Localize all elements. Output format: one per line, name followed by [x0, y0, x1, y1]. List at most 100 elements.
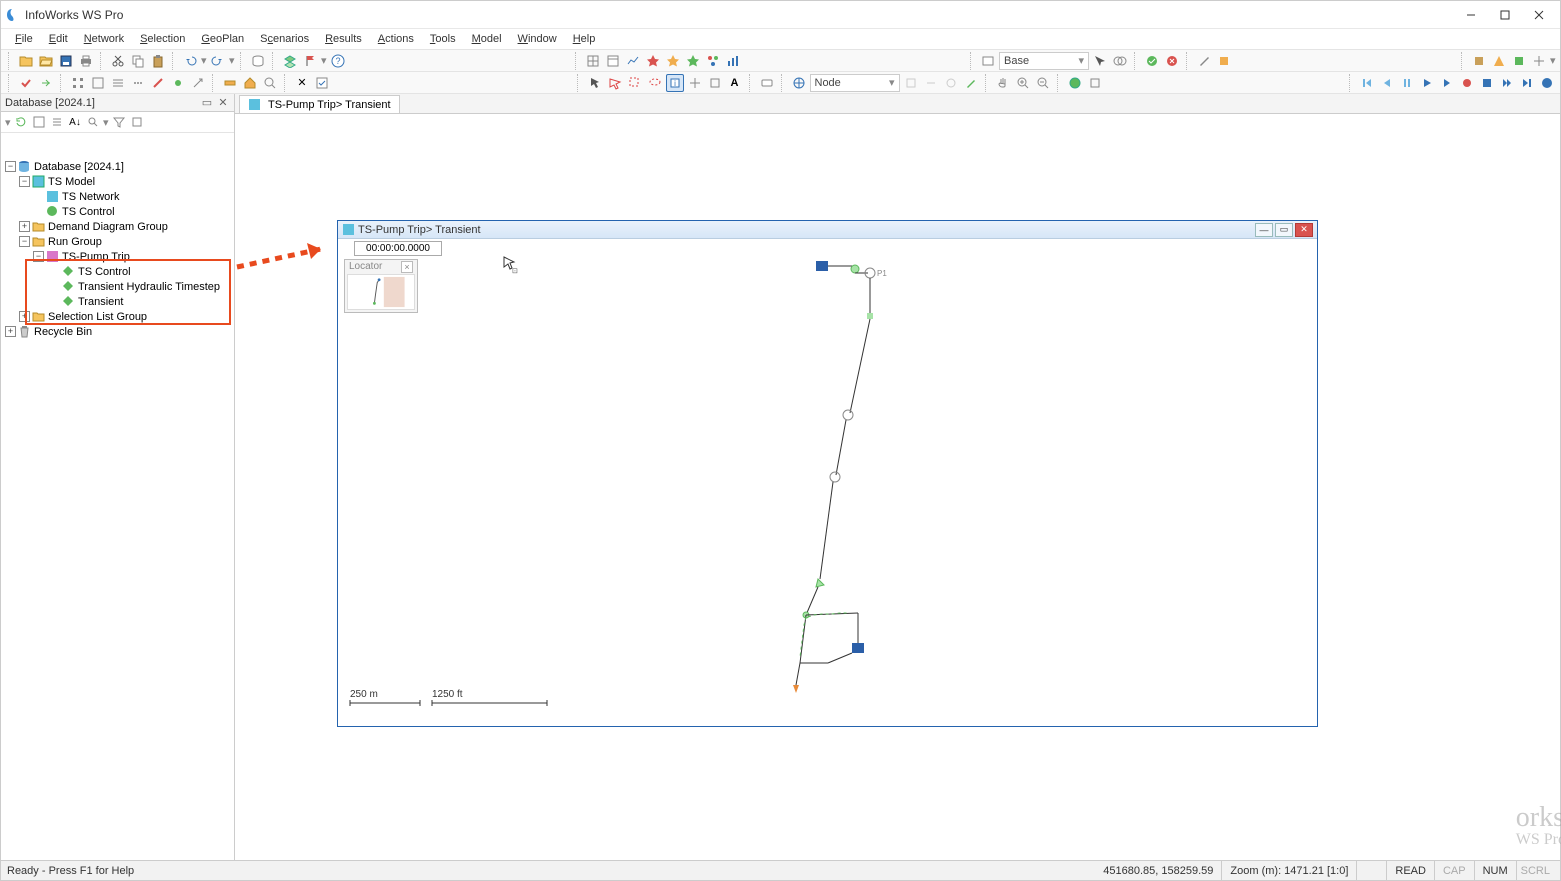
scenario-pick-icon[interactable] — [1091, 52, 1109, 70]
chart2-icon[interactable] — [724, 52, 742, 70]
pointer-icon[interactable] — [586, 74, 604, 92]
x-icon[interactable]: ✕ — [293, 74, 311, 92]
results-window[interactable]: TS-Pump Trip> Transient — ▭ ✕ 00:00:00.0… — [337, 220, 1318, 727]
db-filter-icon[interactable] — [111, 114, 127, 130]
check-icon[interactable] — [313, 74, 331, 92]
scenario-icon[interactable] — [979, 52, 997, 70]
validate-green-icon[interactable] — [1143, 52, 1161, 70]
tb-x1-icon[interactable] — [902, 74, 920, 92]
tree-recycle-bin[interactable]: + Recycle Bin — [1, 324, 234, 339]
zoomin-icon[interactable] — [1014, 74, 1032, 92]
link-red-icon[interactable] — [149, 74, 167, 92]
layers-icon[interactable] — [281, 52, 299, 70]
star-green-icon[interactable] — [684, 52, 702, 70]
play-icon[interactable] — [1418, 74, 1436, 92]
grid-icon[interactable] — [584, 52, 602, 70]
tb-x3-icon[interactable] — [942, 74, 960, 92]
tree-ddg[interactable]: + Demand Diagram Group — [1, 219, 234, 234]
open2-icon[interactable] — [37, 52, 55, 70]
geoplan-canvas[interactable]: orks WS Pro TS-Pump Trip> Transient — ▭ … — [235, 114, 1560, 860]
menu-selection[interactable]: Selection — [132, 31, 193, 47]
menu-window[interactable]: Window — [510, 31, 565, 47]
arrow-icon[interactable] — [189, 74, 207, 92]
results-maximize-button[interactable]: ▭ — [1275, 223, 1293, 237]
db-refresh-icon[interactable] — [13, 114, 29, 130]
globe-icon[interactable] — [790, 74, 808, 92]
move-icon[interactable] — [686, 74, 704, 92]
cut-icon[interactable] — [109, 52, 127, 70]
grid4-icon[interactable] — [89, 74, 107, 92]
menu-scenarios[interactable]: Scenarios — [252, 31, 317, 47]
tree-control[interactable]: TS Control — [1, 204, 234, 219]
menu-model[interactable]: Model — [464, 31, 510, 47]
brush-icon[interactable] — [962, 74, 980, 92]
node-green-icon[interactable] — [169, 74, 187, 92]
last-icon[interactable] — [1518, 74, 1536, 92]
undo-icon[interactable] — [181, 52, 199, 70]
db-expand-icon[interactable] — [129, 114, 145, 130]
ff-icon[interactable] — [1498, 74, 1516, 92]
flag-icon[interactable] — [301, 52, 319, 70]
scenario-compare-icon[interactable] — [1111, 52, 1129, 70]
panel-float-icon[interactable]: ▭ — [200, 96, 214, 110]
tree-run-tht[interactable]: Transient Hydraulic Timestep — [1, 279, 234, 294]
menu-network[interactable]: Network — [76, 31, 132, 47]
results-close-button[interactable]: ✕ — [1295, 223, 1313, 237]
select-poly-icon[interactable] — [606, 74, 624, 92]
grid3-icon[interactable] — [69, 74, 87, 92]
panel-close-icon[interactable]: ✕ — [216, 96, 230, 110]
tree-slg[interactable]: + Selection List Group — [1, 309, 234, 324]
print-icon[interactable] — [77, 52, 95, 70]
loop-icon[interactable] — [1538, 74, 1556, 92]
star-red-icon[interactable] — [644, 52, 662, 70]
db-list-icon[interactable] — [49, 114, 65, 130]
paste-icon[interactable] — [149, 52, 167, 70]
tb-x2-icon[interactable] — [922, 74, 940, 92]
chart-icon[interactable] — [624, 52, 642, 70]
pause-icon[interactable] — [1398, 74, 1416, 92]
grid5-icon[interactable] — [109, 74, 127, 92]
tool-c-icon[interactable] — [1510, 52, 1528, 70]
pan-icon[interactable] — [994, 74, 1012, 92]
revert-icon[interactable] — [37, 74, 55, 92]
record-icon[interactable] — [1458, 74, 1476, 92]
db-find-icon[interactable] — [85, 114, 101, 130]
close-button[interactable] — [1522, 4, 1556, 26]
text-icon[interactable]: A — [726, 74, 744, 92]
save-icon[interactable] — [57, 52, 75, 70]
globe2-icon[interactable] — [1066, 74, 1084, 92]
search-icon[interactable] — [261, 74, 279, 92]
tree-root[interactable]: − Database [2024.1] — [1, 159, 234, 174]
misc-icon[interactable] — [1086, 74, 1104, 92]
document-tab[interactable]: TS-Pump Trip> Transient — [239, 95, 400, 113]
star-yellow-icon[interactable] — [664, 52, 682, 70]
find-target-dropdown[interactable]: Node▾ — [810, 74, 900, 92]
tool-b-icon[interactable] — [1490, 52, 1508, 70]
validate-red-icon[interactable] — [1163, 52, 1181, 70]
menu-actions[interactable]: Actions — [370, 31, 422, 47]
tree-run[interactable]: − TS-Pump Trip — [1, 249, 234, 264]
ruler-icon[interactable] — [221, 74, 239, 92]
menu-tools[interactable]: Tools — [422, 31, 464, 47]
tree-network[interactable]: TS Network — [1, 189, 234, 204]
wizard-icon[interactable] — [1195, 52, 1213, 70]
redo-icon[interactable] — [209, 52, 227, 70]
menu-results[interactable]: Results — [317, 31, 370, 47]
tool-d-icon[interactable] — [1530, 52, 1548, 70]
table-icon[interactable] — [604, 52, 622, 70]
results-minimize-button[interactable]: — — [1255, 223, 1273, 237]
menu-edit[interactable]: Edit — [41, 31, 76, 47]
tool-a-icon[interactable] — [1470, 52, 1488, 70]
results-window-title-bar[interactable]: TS-Pump Trip> Transient — ▭ ✕ — [338, 221, 1317, 239]
home-icon[interactable] — [241, 74, 259, 92]
stop-icon[interactable] — [1478, 74, 1496, 92]
menu-geoplan[interactable]: GeoPlan — [193, 31, 252, 47]
sql-icon[interactable] — [249, 52, 267, 70]
play-next-icon[interactable] — [1438, 74, 1456, 92]
zoomout-icon[interactable] — [1034, 74, 1052, 92]
play-first-icon[interactable] — [1358, 74, 1376, 92]
db-sort-icon[interactable]: A↓ — [67, 114, 83, 130]
menu-file[interactable]: File — [7, 31, 41, 47]
open-icon[interactable] — [17, 52, 35, 70]
dots-icon[interactable] — [129, 74, 147, 92]
